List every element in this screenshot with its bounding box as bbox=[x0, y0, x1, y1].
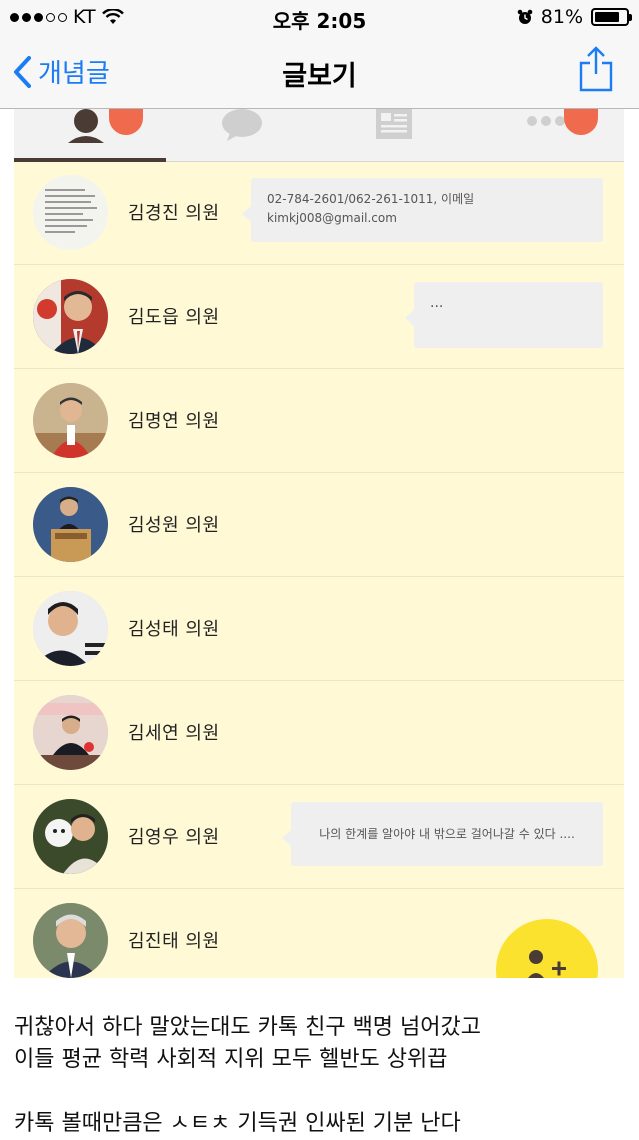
avatar bbox=[33, 487, 108, 562]
add-friend-button[interactable] bbox=[496, 919, 598, 978]
avatar bbox=[33, 903, 108, 978]
friend-name: 김경진 의원 bbox=[128, 203, 220, 224]
tab-chats[interactable] bbox=[166, 109, 318, 161]
friend-name: 김성태 의원 bbox=[128, 619, 220, 640]
friend-name: 김성원 의원 bbox=[128, 515, 220, 536]
avatar bbox=[33, 383, 108, 458]
post-body: 귀찮아서 하다 말았는대도 카톡 친구 백명 넘어갔고 이들 평균 학력 사회적… bbox=[14, 1012, 624, 1140]
friend-row[interactable]: 김영우 의원 나의 한계를 알아야 내 밖으로 걸어나갈 수 있다 .... bbox=[14, 785, 624, 889]
newsfeed-icon bbox=[376, 109, 412, 139]
avatar bbox=[33, 799, 108, 874]
status-bar: KT 오후 2:05 81% bbox=[0, 0, 639, 36]
friend-row[interactable]: 김경진 의원 02-784-2601/062-261-1011, 이메일 kim… bbox=[14, 161, 624, 265]
navigation-bar: 개념글 글보기 bbox=[0, 36, 639, 109]
alarm-clock-icon bbox=[517, 9, 533, 24]
battery-icon bbox=[591, 8, 632, 26]
friend-name: 김명연 의원 bbox=[128, 411, 220, 432]
status-message: 나의 한계를 알아야 내 밖으로 걸어나갈 수 있다 .... bbox=[282, 802, 603, 866]
avatar bbox=[33, 279, 108, 354]
friend-name: 김영우 의원 bbox=[128, 827, 220, 848]
notification-badge bbox=[564, 109, 598, 135]
tab-friends[interactable] bbox=[14, 109, 166, 162]
status-message: ... bbox=[405, 282, 603, 348]
add-friend-icon bbox=[528, 950, 566, 978]
post-text-line: 귀찮아서 하다 말았는대도 카톡 친구 백명 넘어갔고 bbox=[14, 1015, 482, 1040]
avatar bbox=[33, 591, 108, 666]
post-text-line: 카톡 볼때만큼은 ㅅㅌㅊ 기득권 인싸된 기분 난다 bbox=[14, 1111, 461, 1136]
friend-row[interactable]: 김성태 의원 bbox=[14, 577, 624, 681]
post-text-line: 이들 평균 학력 사회적 지위 모두 헬반도 상위끕 bbox=[14, 1047, 448, 1072]
friend-row[interactable]: 김도읍 의원 ... bbox=[14, 265, 624, 369]
battery-level bbox=[595, 12, 620, 22]
friend-name: 김도읍 의원 bbox=[128, 307, 220, 328]
tab-bar bbox=[14, 109, 624, 162]
tab-news[interactable] bbox=[318, 109, 470, 161]
tab-more[interactable] bbox=[470, 109, 622, 161]
share-icon[interactable] bbox=[579, 46, 613, 92]
page-title: 글보기 bbox=[282, 61, 357, 92]
avatar bbox=[33, 175, 108, 250]
chat-bubble-icon bbox=[222, 109, 262, 141]
battery-percent: 81% bbox=[540, 6, 583, 28]
friend-row[interactable]: 김성원 의원 bbox=[14, 473, 624, 577]
friend-name: 김세연 의원 bbox=[128, 723, 220, 744]
avatar bbox=[33, 695, 108, 770]
friend-row[interactable]: 김세연 의원 bbox=[14, 681, 624, 785]
friend-row[interactable]: 김명연 의원 bbox=[14, 369, 624, 473]
kakaotalk-screenshot: 김경진 의원 02-784-2601/062-261-1011, 이메일 kim… bbox=[14, 109, 624, 978]
more-dots-icon bbox=[527, 116, 565, 126]
friend-name: 김진태 의원 bbox=[128, 931, 220, 952]
status-message: 02-784-2601/062-261-1011, 이메일 kimkj008@g… bbox=[242, 178, 603, 242]
